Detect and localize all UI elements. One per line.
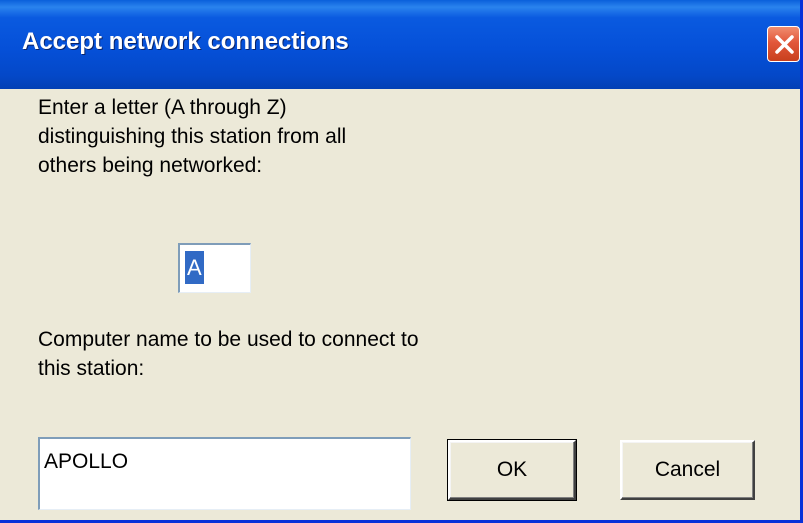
cancel-button[interactable]: Cancel — [620, 440, 755, 500]
letter-instructions-label: Enter a letter (A through Z) distinguish… — [38, 96, 347, 177]
ok-button[interactable]: OK — [447, 439, 577, 501]
computer-name-input[interactable]: APOLLO — [38, 437, 411, 510]
computer-name-label: Computer name to be used to connect to t… — [38, 328, 419, 380]
title-bar[interactable]: Accept network connections — [0, 0, 800, 89]
dialog-title: Accept network connections — [22, 28, 349, 55]
station-letter-input[interactable]: A — [178, 243, 251, 293]
station-letter-value: A — [185, 251, 204, 284]
close-button[interactable] — [767, 26, 800, 62]
close-icon — [775, 35, 794, 54]
dialog-window: Accept network connections Enter a lette… — [0, 0, 803, 523]
computer-name-value: APOLLO — [44, 450, 129, 473]
